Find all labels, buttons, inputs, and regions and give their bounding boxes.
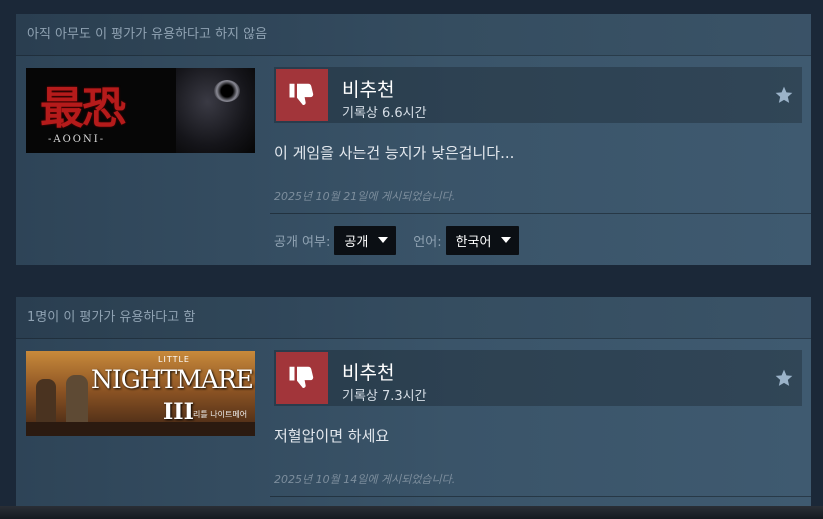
capsule-kr-art: 리틀 나이트메어	[193, 410, 248, 419]
bottom-bar	[0, 506, 823, 519]
playtime-hours: 기록상 7.3시간	[342, 389, 427, 404]
review-header: 비추천 기록상 7.3시간	[274, 350, 802, 406]
capsule-numeral-art: III	[163, 399, 194, 425]
thumbs-down-icon	[276, 69, 328, 121]
star-icon[interactable]	[774, 85, 794, 105]
posted-date: 2025년 10월 21일에 게시되었습니다.	[274, 190, 456, 203]
visibility-value: 공개	[344, 234, 369, 250]
helpful-count: 아직 아무도 이 평가가 유용하다고 하지 않음	[16, 14, 811, 56]
review-controls: 공개 여부: 공개 언어: 한국어	[274, 225, 520, 255]
posted-date: 2025년 10월 14일에 게시되었습니다.	[274, 473, 456, 486]
language-dropdown[interactable]: 한국어	[445, 225, 520, 255]
playtime-hours: 기록상 6.6시간	[342, 106, 427, 121]
capsule-figure-art	[66, 375, 88, 429]
chevron-down-icon	[501, 237, 512, 243]
chevron-down-icon	[378, 237, 389, 243]
star-icon[interactable]	[774, 368, 794, 388]
thumbs-down-icon	[276, 352, 328, 404]
language-value: 한국어	[455, 234, 492, 250]
helpful-count: 1명이 이 평가가 유용하다고 함	[16, 297, 811, 339]
capsule-ground-art	[26, 422, 255, 436]
capsule-face-art	[176, 68, 255, 153]
language-label: 언어:	[413, 234, 442, 250]
review-verdict: 비추천	[342, 362, 395, 384]
review-card: 아직 아무도 이 평가가 유용하다고 하지 않음 最恐 -AOONI- 비추천 …	[16, 14, 811, 265]
review-verdict: 비추천	[342, 79, 395, 101]
divider	[270, 496, 811, 497]
capsule-little-art: LITTLE	[158, 355, 190, 364]
visibility-label: 공개 여부:	[274, 234, 331, 250]
capsule-title-art: 最恐	[40, 83, 126, 134]
divider	[270, 213, 811, 214]
capsule-title-art: NIGHTMARES	[91, 365, 255, 394]
review-card: 1명이 이 평가가 유용하다고 함 LITTLE NIGHTMARES III …	[16, 297, 811, 519]
visibility-dropdown[interactable]: 공개	[334, 225, 397, 255]
review-body: 저혈압이면 하세요	[274, 427, 390, 445]
game-capsule-image[interactable]: 最恐 -AOONI-	[26, 68, 255, 153]
review-body: 이 게임을 사는건 능지가 낮은겁니다...	[274, 144, 515, 162]
game-capsule-image[interactable]: LITTLE NIGHTMARES III 리틀 나이트메어	[26, 351, 255, 436]
review-header: 비추천 기록상 6.6시간	[274, 67, 802, 123]
capsule-subtitle-art: -AOONI-	[48, 134, 106, 145]
